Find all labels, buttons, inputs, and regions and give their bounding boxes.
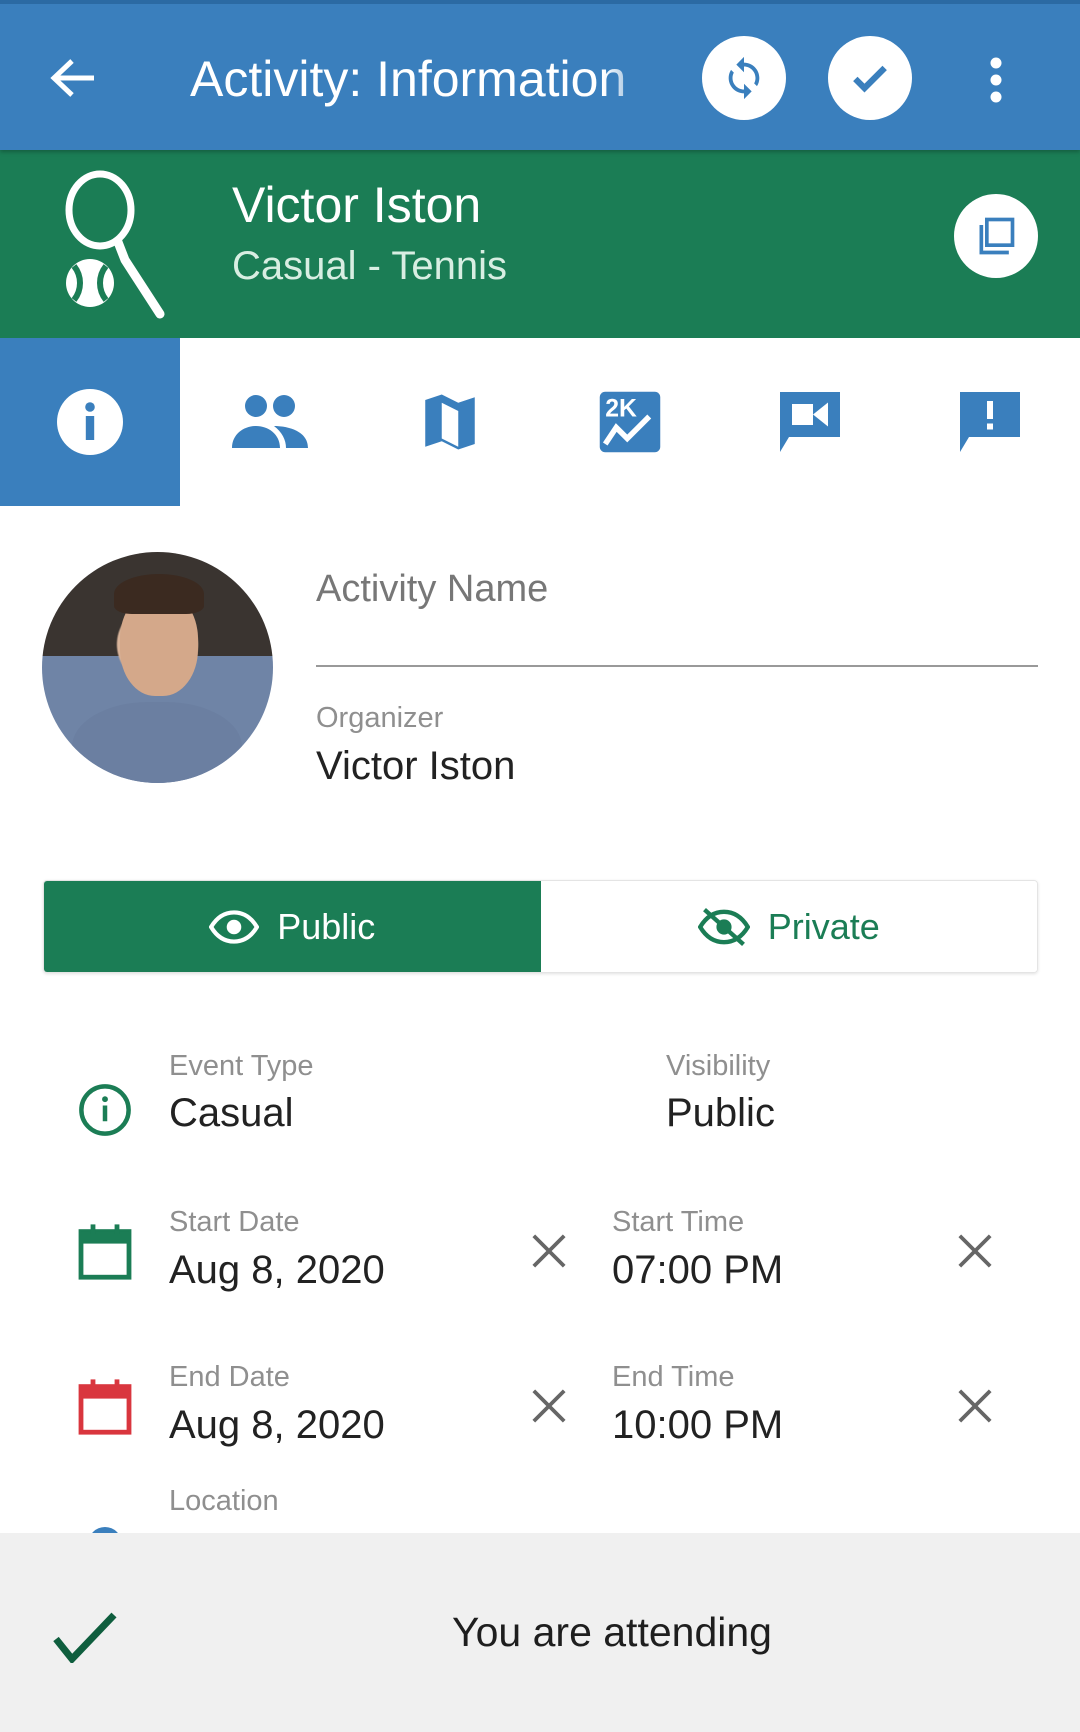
tab-report[interactable]: [900, 338, 1080, 506]
calendar-end-icon: [78, 1379, 132, 1435]
clear-end-date-icon[interactable]: [530, 1387, 568, 1425]
page-title: Activity: Information: [190, 51, 627, 107]
end-time-label: End Time: [612, 1361, 735, 1393]
more-vert-icon[interactable]: [984, 56, 1008, 104]
organizer-value: Victor Iston: [316, 744, 516, 788]
arrow-left-icon[interactable]: [50, 58, 96, 98]
eye-off-icon: [697, 907, 750, 946]
people-icon: [232, 395, 308, 448]
event-type-label: Event Type: [169, 1050, 314, 1082]
end-date-label: End Date: [169, 1361, 290, 1393]
refresh-button[interactable]: [702, 36, 786, 120]
tab-video-chat[interactable]: [720, 338, 900, 506]
clear-end-time-icon[interactable]: [956, 1387, 994, 1425]
tennis-icon: [65, 170, 165, 319]
clear-start-date-icon[interactable]: [530, 1232, 568, 1270]
map-icon: [425, 394, 475, 450]
private-label: Private: [767, 905, 880, 947]
activity-name-input[interactable]: Activity Name: [316, 568, 548, 611]
start-date-label: Start Date: [169, 1206, 300, 1238]
activity-name-underline: [316, 665, 1038, 667]
activity-header: Victor Iston Casual - Tennis: [0, 150, 1080, 338]
location-label: Location: [169, 1485, 279, 1517]
visibility-label: Visibility: [666, 1050, 771, 1082]
sync-icon: [728, 56, 760, 100]
calendar-start-icon: [78, 1224, 132, 1280]
tab-stats[interactable]: 2K: [540, 338, 720, 506]
check-icon: [853, 65, 887, 93]
private-option[interactable]: Private: [540, 881, 1037, 972]
visibility-value: Public: [666, 1091, 775, 1135]
start-time-label: Start Time: [612, 1206, 745, 1238]
video-chat-icon: [780, 392, 840, 452]
attendance-message: You are attending: [452, 1609, 772, 1655]
avatar: [42, 552, 273, 783]
organizer-name: Victor Iston: [232, 177, 482, 233]
app-bar: Activity: Information: [0, 0, 1080, 150]
visibility-toggle: Public Private: [43, 880, 1038, 973]
clear-start-time-icon[interactable]: [956, 1232, 994, 1270]
start-date-value[interactable]: Aug 8, 2020: [169, 1248, 385, 1293]
info-outline-icon: [79, 1084, 131, 1136]
public-option[interactable]: Public: [44, 881, 541, 972]
chart-icon: 2K: [599, 391, 661, 453]
copy-icon: [979, 217, 1015, 255]
eye-icon: [209, 909, 260, 944]
tab-participants[interactable]: [180, 338, 360, 506]
report-icon: [960, 392, 1020, 452]
activity-subtitle: Casual - Tennis: [232, 244, 507, 288]
public-label: Public: [277, 905, 376, 947]
event-type-value[interactable]: Casual: [169, 1091, 294, 1136]
svg-text:2K: 2K: [605, 396, 637, 423]
info-icon: [57, 389, 123, 455]
start-time-value[interactable]: 07:00 PM: [612, 1248, 783, 1293]
tab-info[interactable]: [0, 338, 180, 506]
organizer-label: Organizer: [316, 702, 444, 734]
end-date-value[interactable]: Aug 8, 2020: [169, 1403, 385, 1448]
tab-bar: 2K: [0, 338, 1080, 506]
end-time-value[interactable]: 10:00 PM: [612, 1403, 783, 1448]
copy-button[interactable]: [954, 194, 1038, 278]
tab-map[interactable]: [360, 338, 540, 506]
confirm-button[interactable]: [828, 36, 912, 120]
attendance-snackbar: You are attending: [0, 1533, 1080, 1732]
